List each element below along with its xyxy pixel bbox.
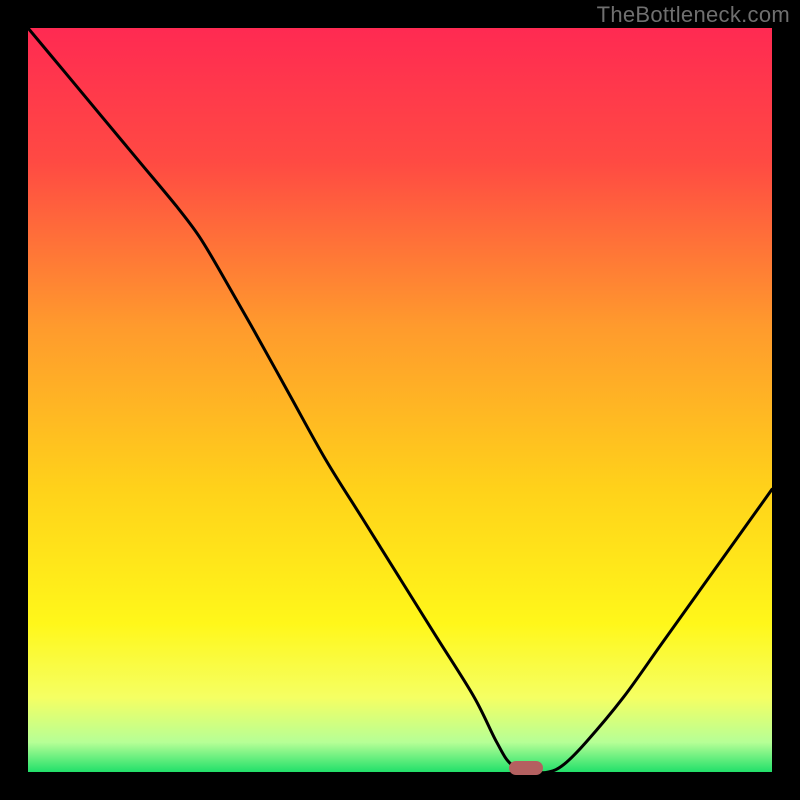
chart-svg [28, 28, 772, 772]
watermark-text: TheBottleneck.com [597, 2, 790, 28]
plot-area [28, 28, 772, 772]
optimal-marker [509, 761, 543, 775]
gradient-background [28, 28, 772, 772]
chart-container: TheBottleneck.com [0, 0, 800, 800]
